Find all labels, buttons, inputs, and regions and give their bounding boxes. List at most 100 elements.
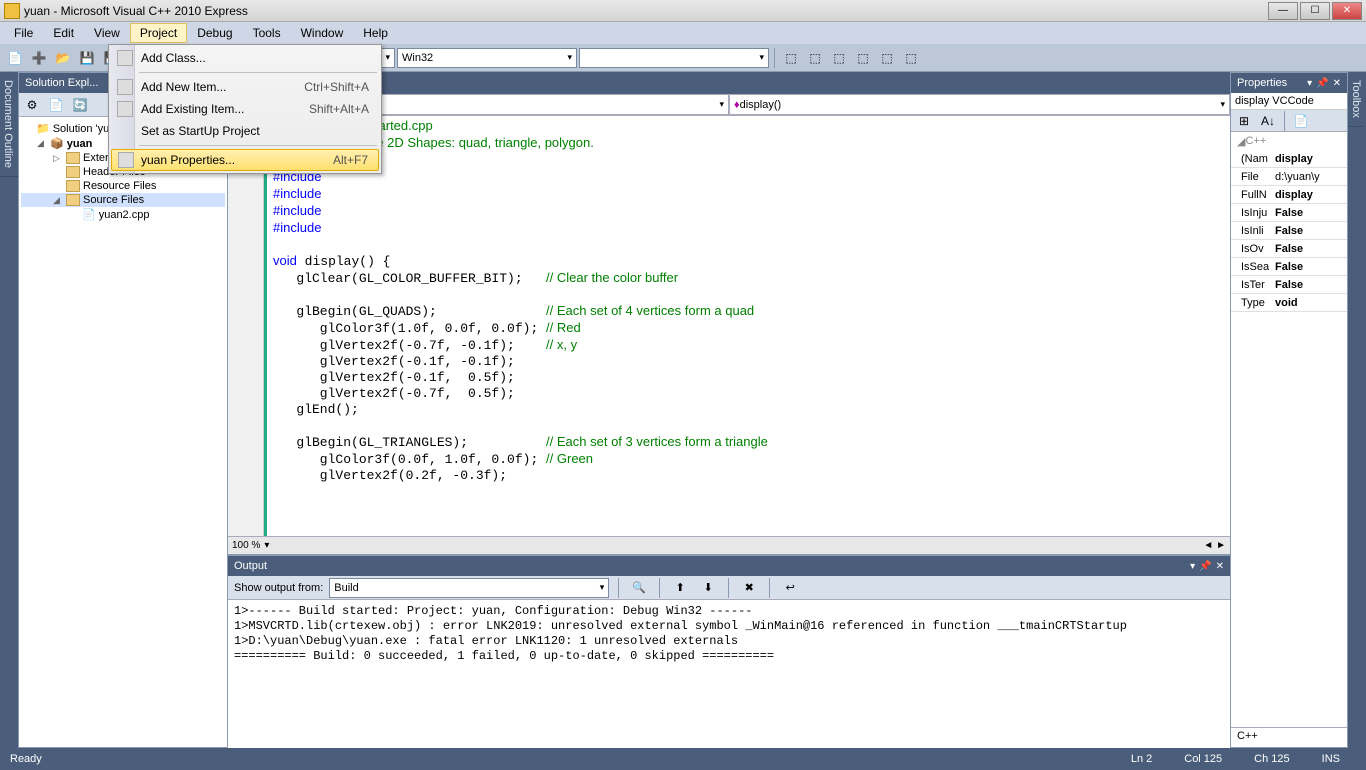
title-bar: yuan - Microsoft Visual C++ 2010 Express… bbox=[0, 0, 1366, 22]
output-header: Output ▾ 📌 ✕ bbox=[228, 556, 1230, 576]
folder-source-files[interactable]: ◢Source Files bbox=[21, 193, 225, 207]
toolbar-button[interactable]: ⬚ bbox=[780, 47, 802, 69]
property-category[interactable]: ◢ C++ bbox=[1231, 132, 1347, 150]
add-item-button[interactable]: ➕ bbox=[28, 47, 50, 69]
folder-resource-files[interactable]: Resource Files bbox=[21, 179, 225, 193]
properties-title: Properties bbox=[1237, 77, 1287, 89]
new-project-button[interactable]: 📄 bbox=[4, 47, 26, 69]
project-menu-dropdown: Add Class... Add New Item...Ctrl+Shift+A… bbox=[108, 44, 382, 174]
file-node[interactable]: 📄yuan2.cpp bbox=[21, 207, 225, 222]
properties-button[interactable]: ⚙ bbox=[21, 94, 43, 116]
separator-icon bbox=[659, 578, 660, 598]
menu-bar: File Edit View Project Debug Tools Windo… bbox=[0, 22, 1366, 44]
toolbox-tab[interactable]: Toolbox bbox=[1348, 72, 1364, 127]
close-button[interactable]: ✕ bbox=[1332, 2, 1362, 20]
property-pages-button[interactable]: 📄 bbox=[1290, 110, 1312, 132]
panel-pin-icon[interactable]: 📌 bbox=[1316, 78, 1328, 89]
menu-debug[interactable]: Debug bbox=[187, 23, 242, 43]
new-item-icon bbox=[117, 79, 133, 95]
app-icon bbox=[4, 3, 20, 19]
property-row[interactable]: IsTerFalse bbox=[1231, 276, 1347, 294]
save-button[interactable]: 💾 bbox=[76, 47, 98, 69]
panel-dropdown-icon[interactable]: ▾ bbox=[1190, 561, 1195, 572]
menu-add-existing-item[interactable]: Add Existing Item...Shift+Alt+A bbox=[111, 98, 379, 120]
properties-header: Properties ▾ 📌 ✕ bbox=[1231, 73, 1347, 93]
find-message-button[interactable]: 🔍 bbox=[628, 577, 650, 599]
show-output-label: Show output from: bbox=[234, 582, 323, 594]
menu-project[interactable]: Project bbox=[130, 23, 187, 43]
code-text[interactable]: * GL01GettingStarted.cpp * Drawing Simpl… bbox=[264, 116, 1230, 536]
zoom-bar: 100 %▾ ◄ ► bbox=[228, 536, 1230, 554]
menu-edit[interactable]: Edit bbox=[43, 23, 84, 43]
left-dock: Document Outline bbox=[0, 72, 18, 748]
menu-project-properties[interactable]: yuan Properties...Alt+F7 bbox=[111, 149, 379, 171]
solution-tree[interactable]: 📁Solution 'yuan' (1 project) ◢📦yuan ▷Ext… bbox=[19, 117, 227, 747]
toolbar-button[interactable]: ⬚ bbox=[900, 47, 922, 69]
property-row[interactable]: IsInjuFalse bbox=[1231, 204, 1347, 222]
property-row[interactable]: Filed:\yuan\y bbox=[1231, 168, 1347, 186]
alphabetical-button[interactable]: A↓ bbox=[1257, 110, 1279, 132]
properties-icon bbox=[118, 152, 134, 168]
member-selector[interactable]: ♦ display() bbox=[729, 94, 1230, 115]
separator-icon bbox=[728, 578, 729, 598]
properties-toolbar: ⊞ A↓ 📄 bbox=[1231, 110, 1347, 132]
categorized-button[interactable]: ⊞ bbox=[1233, 110, 1255, 132]
maximize-button[interactable]: ☐ bbox=[1300, 2, 1330, 20]
menu-window[interactable]: Window bbox=[291, 23, 354, 43]
output-source-combo[interactable]: Build bbox=[329, 578, 609, 598]
editor-gutter bbox=[228, 116, 264, 536]
menu-add-new-item[interactable]: Add New Item...Ctrl+Shift+A bbox=[111, 76, 379, 98]
properties-grid[interactable]: ◢ C++ (NamdisplayFiled:\yuan\yFullNdispl… bbox=[1231, 132, 1347, 727]
output-title: Output bbox=[234, 560, 267, 572]
next-message-button[interactable]: ⬇ bbox=[697, 577, 719, 599]
status-ready: Ready bbox=[10, 753, 42, 765]
menu-help[interactable]: Help bbox=[353, 23, 398, 43]
menu-file[interactable]: File bbox=[4, 23, 43, 43]
property-row[interactable]: IsSeaFalse bbox=[1231, 258, 1347, 276]
status-char: Ch 125 bbox=[1238, 753, 1305, 765]
cpp-label: C++ bbox=[1231, 727, 1347, 747]
find-combo[interactable] bbox=[579, 48, 769, 68]
separator-icon bbox=[1284, 111, 1285, 131]
toolbar-button[interactable]: ⬚ bbox=[804, 47, 826, 69]
zoom-level[interactable]: 100 % bbox=[232, 540, 260, 551]
menu-set-startup-project[interactable]: Set as StartUp Project bbox=[111, 120, 379, 142]
toolbar-button[interactable]: ⬚ bbox=[876, 47, 898, 69]
refresh-button[interactable]: 🔄 bbox=[69, 94, 91, 116]
toolbar-button[interactable]: ⬚ bbox=[852, 47, 874, 69]
document-outline-tab[interactable]: Document Outline bbox=[0, 72, 18, 177]
panel-dropdown-icon[interactable]: ▾ bbox=[1307, 78, 1312, 89]
status-ins: INS bbox=[1306, 753, 1356, 765]
property-row[interactable]: Typevoid bbox=[1231, 294, 1347, 312]
panel-close-icon[interactable]: ✕ bbox=[1333, 78, 1341, 89]
class-icon bbox=[117, 50, 133, 66]
output-text[interactable]: 1>------ Build started: Project: yuan, C… bbox=[228, 600, 1230, 748]
menu-view[interactable]: View bbox=[84, 23, 130, 43]
status-col: Col 125 bbox=[1168, 753, 1238, 765]
horizontal-scrollbar[interactable]: ◄ ► bbox=[1203, 540, 1226, 551]
status-line: Ln 2 bbox=[1115, 753, 1168, 765]
word-wrap-button[interactable]: ↩ bbox=[779, 577, 801, 599]
property-row[interactable]: FullNdisplay bbox=[1231, 186, 1347, 204]
code-editor[interactable]: * GL01GettingStarted.cpp * Drawing Simpl… bbox=[228, 116, 1230, 536]
properties-panel: Properties ▾ 📌 ✕ display VCCode ⊞ A↓ 📄 ◢… bbox=[1230, 72, 1348, 748]
toolbar-button[interactable]: ⬚ bbox=[828, 47, 850, 69]
property-row[interactable]: (Namdisplay bbox=[1231, 150, 1347, 168]
panel-close-icon[interactable]: ✕ bbox=[1216, 561, 1224, 572]
properties-selector[interactable]: display VCCode bbox=[1231, 93, 1347, 110]
menu-add-class[interactable]: Add Class... bbox=[111, 47, 379, 69]
open-file-button[interactable]: 📂 bbox=[52, 47, 74, 69]
solution-platform-combo[interactable]: Win32 bbox=[397, 48, 577, 68]
prev-message-button[interactable]: ⬆ bbox=[669, 577, 691, 599]
window-title: yuan - Microsoft Visual C++ 2010 Express bbox=[24, 4, 1268, 18]
property-row[interactable]: IsInliFalse bbox=[1231, 222, 1347, 240]
show-all-files-button[interactable]: 📄 bbox=[45, 94, 67, 116]
output-panel: Output ▾ 📌 ✕ Show output from: Build 🔍 ⬆… bbox=[228, 554, 1230, 748]
property-row[interactable]: IsOvFalse bbox=[1231, 240, 1347, 258]
existing-item-icon bbox=[117, 101, 133, 117]
panel-pin-icon[interactable]: 📌 bbox=[1199, 561, 1211, 572]
solution-explorer-title: Solution Expl... bbox=[25, 77, 98, 89]
minimize-button[interactable]: — bbox=[1268, 2, 1298, 20]
menu-tools[interactable]: Tools bbox=[243, 23, 291, 43]
clear-all-button[interactable]: ✖ bbox=[738, 577, 760, 599]
